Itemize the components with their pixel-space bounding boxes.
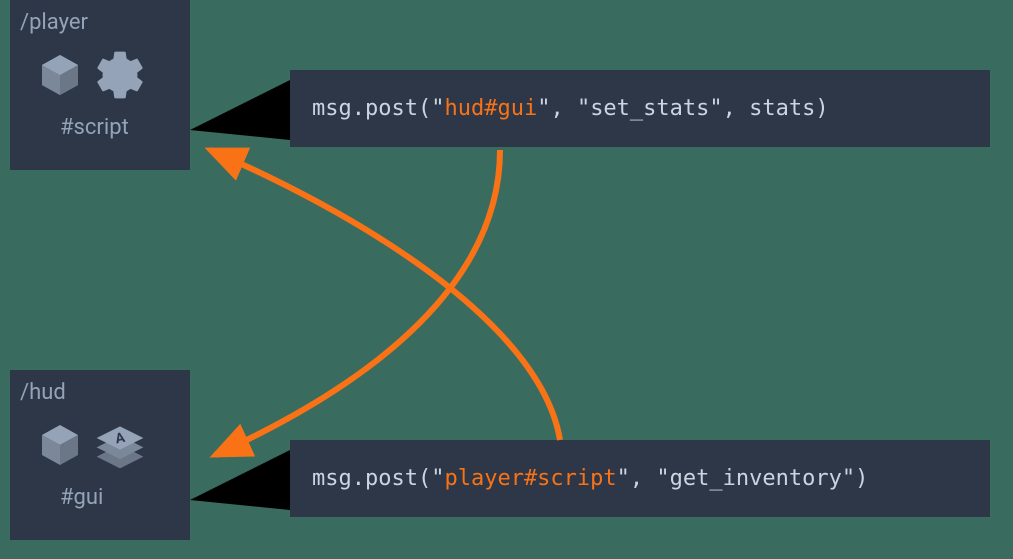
arrow-to-player <box>210 150 560 440</box>
hud-node: /hud A #gui <box>10 370 190 540</box>
arrow-to-hud <box>215 150 500 455</box>
player-node: /player #script <box>10 0 190 170</box>
code-text: msg.post( <box>312 466 431 491</box>
code-text: get_inventory <box>670 466 842 491</box>
code-text: ) <box>855 466 868 491</box>
code-target-bottom: player#script <box>444 466 616 491</box>
hud-node-title: /hud <box>20 380 180 405</box>
code-target-top: hud#gui <box>444 96 537 121</box>
player-node-title: /player <box>20 10 180 35</box>
layers-icon: A <box>92 417 148 477</box>
code-box-bottom: msg.post("player#script", "get_inventory… <box>290 440 990 517</box>
code-text: " <box>537 96 550 121</box>
cube-icon <box>36 51 84 103</box>
code-text: " <box>842 466 855 491</box>
hud-node-icons: A <box>36 417 180 477</box>
code-text: " <box>431 96 444 121</box>
code-text: , <box>630 466 657 491</box>
tail-bottom <box>190 450 290 510</box>
player-node-icons <box>36 47 180 107</box>
code-box-top: msg.post("hud#gui", "set_stats", stats) <box>290 70 990 147</box>
player-component-label: #script <box>60 115 180 140</box>
code-text: " <box>577 96 590 121</box>
hud-component-label: #gui <box>60 485 180 510</box>
code-text: " <box>709 96 722 121</box>
cube-icon <box>36 421 84 473</box>
gear-icon <box>92 47 148 107</box>
code-text: " <box>431 466 444 491</box>
code-text: , <box>550 96 577 121</box>
code-text: msg.post( <box>312 96 431 121</box>
code-text: , stats) <box>723 96 829 121</box>
code-text: " <box>656 466 669 491</box>
code-text: set_stats <box>590 96 709 121</box>
tail-top <box>190 80 290 140</box>
code-text: " <box>617 466 630 491</box>
